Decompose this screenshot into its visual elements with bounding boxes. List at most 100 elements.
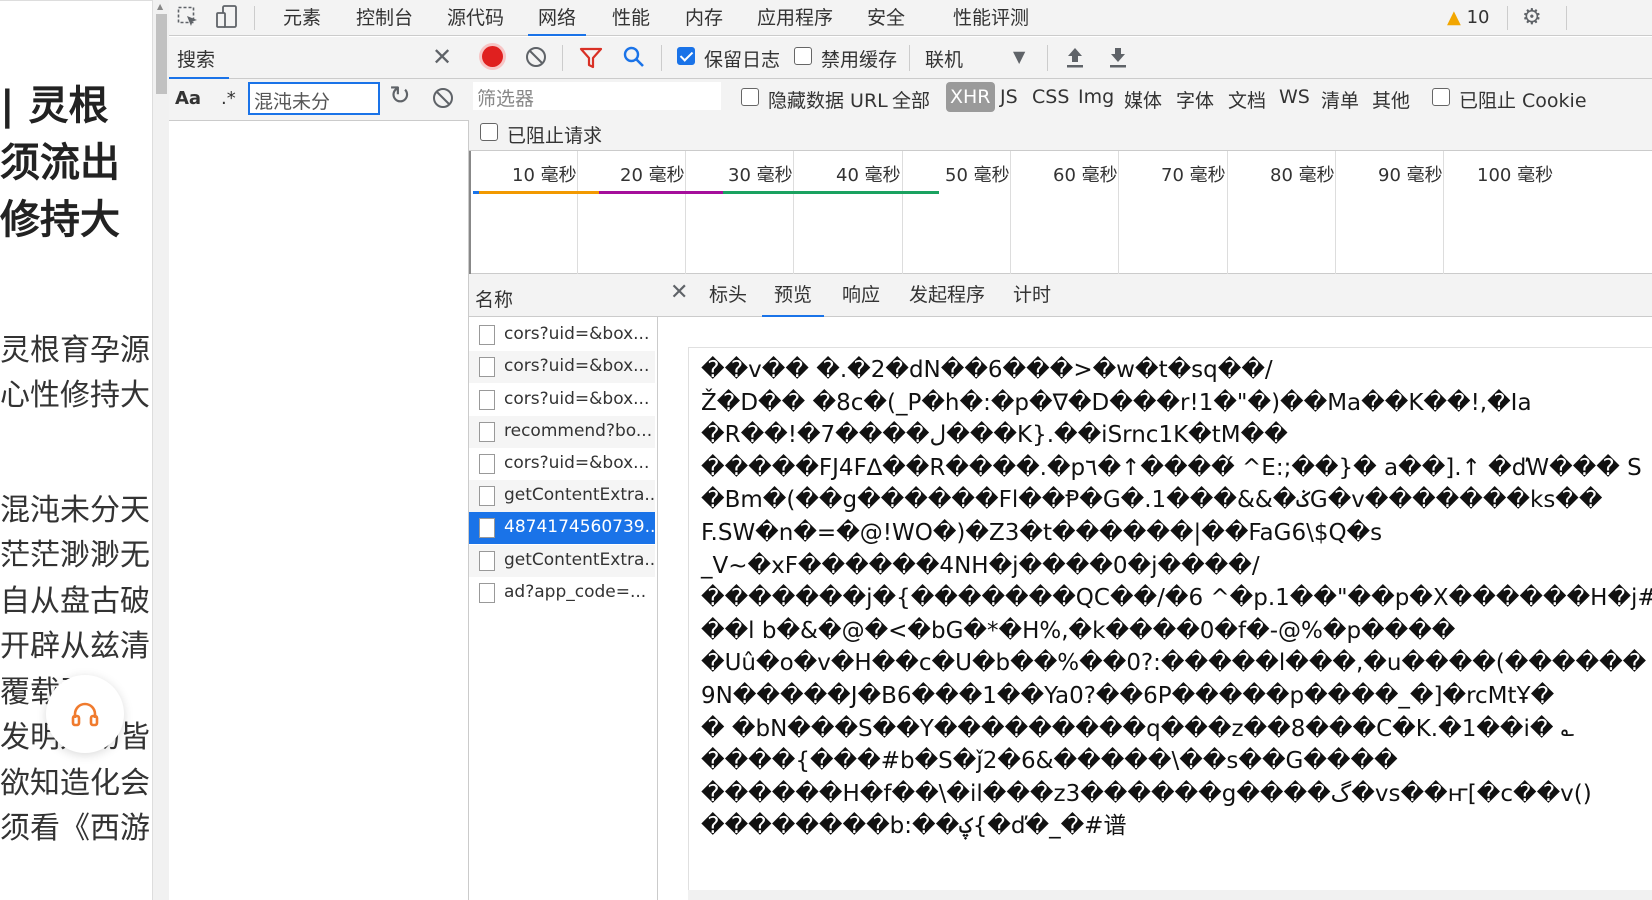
search-panel-header: 搜索 ✕ <box>169 37 469 79</box>
search-input[interactable]: 混沌未分 <box>248 82 380 115</box>
blocked-cookies-checkbox[interactable] <box>1432 88 1450 106</box>
timeline-gridline <box>1335 151 1336 274</box>
timeline-start-bar <box>473 191 479 194</box>
separator <box>254 6 255 30</box>
request-row[interactable]: cors?uid=&box... <box>469 351 655 383</box>
preserve-log-checkbox[interactable] <box>677 47 695 65</box>
filter-type-all[interactable]: 全部 <box>892 86 930 113</box>
request-name: ad?app_code=... <box>504 582 647 602</box>
timeline-dns-bar <box>599 191 723 194</box>
preview-line: ������H�f��\�il���z3������g����گ�vs��ҥ[�… <box>701 780 1592 807</box>
timeline-tick-label: 40 毫秒 <box>836 165 901 186</box>
request-list: 名称 cors?uid=&box... cors?uid=&box... cor… <box>469 274 658 900</box>
network-toolbar: 保留日志 禁用缓存 联机 ▼ <box>469 37 1652 79</box>
preview-line: F.SW�n�=�@!WO�)�Z3�t������|��FaG6\$Q�s <box>701 519 1383 546</box>
request-row[interactable]: getContentExtra... <box>469 480 655 512</box>
clear-log-icon[interactable] <box>525 46 547 72</box>
filter-type-doc[interactable]: 文档 <box>1228 86 1266 113</box>
network-panel: 保留日志 禁用缓存 联机 ▼ 筛选器 隐藏数据 URL 全部 XHR JS CS… <box>469 37 1652 900</box>
filter-type-font[interactable]: 字体 <box>1176 86 1214 113</box>
tab-preview[interactable]: 预览 <box>762 274 825 317</box>
timeline-gridline <box>685 151 686 274</box>
chevron-down-icon[interactable]: ▼ <box>1013 47 1025 66</box>
request-row[interactable]: ad?app_code=... <box>469 577 655 609</box>
paragraph-line: 混沌未分天 <box>0 493 150 528</box>
filter-type-js[interactable]: JS <box>1000 86 1018 108</box>
blocked-cookies-label: 已阻止 Cookie <box>1459 90 1587 112</box>
tab-initiator[interactable]: 发起程序 <box>909 274 985 317</box>
gear-icon[interactable]: ⚙ <box>1522 5 1542 30</box>
request-row[interactable]: cors?uid=&box... <box>469 384 655 416</box>
request-name: cors?uid=&box... <box>504 453 650 473</box>
request-name: 4874174560739... <box>504 517 655 537</box>
page-scroll-thumb[interactable] <box>156 14 167 94</box>
inspect-element-icon[interactable] <box>177 6 199 32</box>
hide-data-urls-checkbox[interactable] <box>741 88 759 106</box>
tab-lighthouse[interactable]: 性能评测 <box>953 0 1029 36</box>
clear-icon[interactable] <box>432 87 454 113</box>
filter-type-media[interactable]: 媒体 <box>1124 86 1162 113</box>
request-row[interactable]: cors?uid=&box... <box>469 319 655 351</box>
filter-type-ws[interactable]: WS <box>1279 86 1310 108</box>
request-name: recommend?bo... <box>504 421 653 441</box>
timeline-gridline <box>577 151 578 274</box>
tab-application[interactable]: 应用程序 <box>757 0 833 36</box>
preview-horizontal-scrollbar[interactable] <box>688 890 1652 900</box>
filter-icon[interactable] <box>579 46 603 74</box>
audio-listen-button[interactable] <box>46 675 124 753</box>
record-icon[interactable] <box>482 46 503 67</box>
request-list-header: 名称 <box>469 274 658 317</box>
request-row[interactable]: getContentExtra... <box>469 545 655 577</box>
throttling-select[interactable]: 联机 <box>925 45 963 72</box>
document-icon <box>479 325 495 345</box>
name-column-header[interactable]: 名称 <box>475 285 513 312</box>
filter-type-css[interactable]: CSS <box>1032 86 1069 108</box>
tab-response[interactable]: 响应 <box>842 274 880 317</box>
separator <box>562 45 563 71</box>
request-name: getContentExtra... <box>504 550 655 570</box>
scroll-up-arrow-icon[interactable]: ▲ <box>157 2 163 11</box>
tab-headers[interactable]: 标头 <box>709 274 747 317</box>
preview-line: _V~�xF������4NH�j����0�j����/ <box>701 552 1260 579</box>
filter-type-manifest[interactable]: 清单 <box>1321 86 1359 113</box>
close-icon[interactable]: ✕ <box>432 43 452 71</box>
filter-type-img[interactable]: Img <box>1078 86 1114 108</box>
refresh-icon[interactable]: ↻ <box>389 81 411 111</box>
timeline-tick-label: 50 毫秒 <box>945 165 1010 186</box>
request-name: cors?uid=&box... <box>504 324 650 344</box>
import-har-icon[interactable] <box>1064 45 1086 73</box>
filter-type-other[interactable]: 其他 <box>1372 86 1410 113</box>
close-icon[interactable]: ✕ <box>670 280 688 305</box>
tab-console[interactable]: 控制台 <box>356 0 413 36</box>
paragraph-line: 开辟从兹清 <box>0 629 150 664</box>
request-row[interactable]: recommend?bo... <box>469 416 655 448</box>
match-case-toggle[interactable]: Aa <box>175 88 201 109</box>
request-row[interactable]: cors?uid=&box... <box>469 448 655 480</box>
response-preview-body[interactable]: ��v�� �.�2�dN��6���>�w�t�sq��/ Ž�D�� �8c… <box>688 347 1652 900</box>
tab-elements[interactable]: 元素 <box>283 0 321 36</box>
timeline-tick-label: 30 毫秒 <box>728 165 793 186</box>
tab-security[interactable]: 安全 <box>867 0 905 36</box>
tab-sources[interactable]: 源代码 <box>447 0 504 36</box>
disable-cache-checkbox[interactable] <box>794 47 812 65</box>
search-icon[interactable] <box>622 45 646 73</box>
request-row-selected[interactable]: 4874174560739... <box>469 512 655 544</box>
filter-type-xhr[interactable]: XHR <box>946 82 995 112</box>
blocked-requests-checkbox[interactable] <box>480 123 498 141</box>
export-har-icon[interactable] <box>1107 45 1129 73</box>
warning-counter[interactable]: ▲ 10 <box>1447 7 1489 28</box>
blocked-requests-label: 已阻止请求 <box>507 125 603 147</box>
tab-network[interactable]: 网络 <box>528 0 587 36</box>
document-icon <box>479 583 495 603</box>
network-overview-timeline[interactable]: 10 毫秒 20 毫秒 30 毫秒 40 毫秒 50 毫秒 60 毫秒 70 毫… <box>469 151 1652 274</box>
tab-timing[interactable]: 计时 <box>1013 274 1051 317</box>
document-icon <box>479 551 495 571</box>
device-toolbar-icon[interactable] <box>215 4 239 34</box>
devtools-panel: 元素 控制台 源代码 网络 性能 内存 应用程序 安全 性能评测 ▲ 10 ⚙ … <box>169 0 1652 900</box>
tab-performance[interactable]: 性能 <box>612 0 650 36</box>
tab-memory[interactable]: 内存 <box>685 0 723 36</box>
regex-toggle[interactable]: .* <box>221 88 236 109</box>
filter-input[interactable]: 筛选器 <box>473 82 721 110</box>
page-scrollbar[interactable]: ▲ <box>152 0 169 900</box>
request-name: cors?uid=&box... <box>504 389 650 409</box>
